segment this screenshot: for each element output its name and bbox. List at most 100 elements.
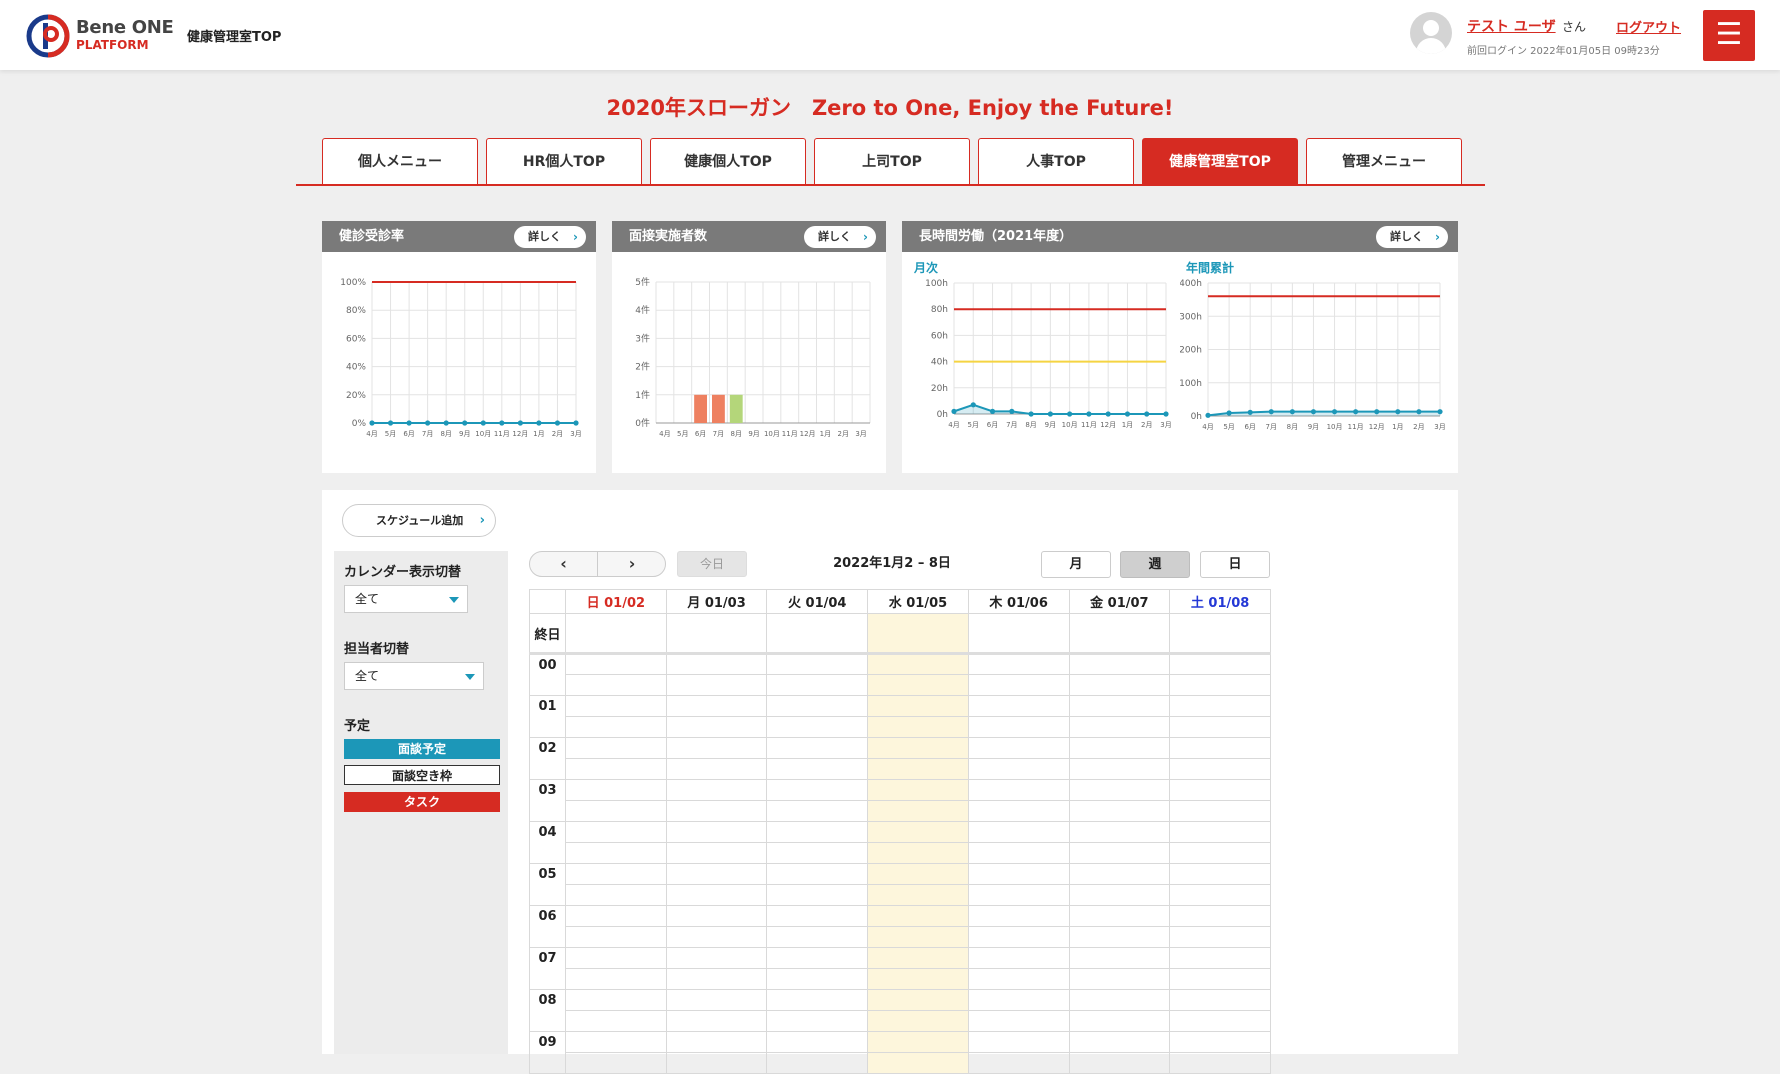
time-slot-cell[interactable] [967,1052,1070,1074]
time-slot-cell[interactable] [665,968,768,990]
tab-health-office-top[interactable]: 健康管理室TOP [1142,138,1298,184]
time-slot-cell[interactable] [1169,737,1271,759]
time-slot-cell[interactable] [1169,926,1271,948]
time-slot-cell[interactable] [967,716,1070,738]
time-slot-cell[interactable] [867,737,969,759]
day-header-sat[interactable]: 土 01/08 [1169,589,1271,614]
time-slot-cell[interactable] [766,926,869,948]
time-slot-cell[interactable] [867,758,969,780]
time-slot-cell[interactable] [867,884,969,906]
time-slot-cell[interactable] [867,926,969,948]
time-slot-cell[interactable] [766,821,869,843]
time-slot-cell[interactable] [766,1052,869,1074]
time-slot-cell[interactable] [766,842,869,864]
time-slot-cell[interactable] [1068,947,1171,969]
tab-hr-top[interactable]: 人事TOP [978,138,1134,184]
time-slot-cell[interactable] [967,884,1070,906]
tab-hr-personal-top[interactable]: HR個人TOP [486,138,642,184]
time-slot-cell[interactable] [665,758,768,780]
logout-link[interactable]: ログアウト [1616,17,1681,36]
time-slot-cell[interactable] [967,989,1070,1011]
time-slot-cell[interactable] [1169,1010,1271,1032]
interview-count-detail-button[interactable]: 詳しく › [804,226,876,248]
day-view-button[interactable]: 日 [1200,551,1270,578]
time-slot-cell[interactable] [766,989,869,1011]
time-slot-cell[interactable] [565,947,667,969]
time-slot-cell[interactable] [867,968,969,990]
bene-one-logo-icon[interactable] [26,14,70,58]
time-slot-cell[interactable] [1068,905,1171,927]
time-slot-cell[interactable] [766,884,869,906]
time-slot-cell[interactable] [867,716,969,738]
time-slot-cell[interactable] [1068,737,1171,759]
time-slot-cell[interactable] [1068,926,1171,948]
time-slot-cell[interactable] [766,968,869,990]
time-slot-cell[interactable] [1169,947,1271,969]
allday-cell[interactable] [967,613,1070,654]
time-slot-cell[interactable] [665,842,768,864]
allday-cell[interactable] [665,613,768,654]
week-view-button[interactable]: 週 [1120,551,1190,578]
time-slot-cell[interactable] [1068,968,1171,990]
time-slot-cell[interactable] [1068,863,1171,885]
time-slot-cell[interactable] [1169,821,1271,843]
time-slot-cell[interactable] [1068,695,1171,717]
time-slot-cell[interactable] [766,758,869,780]
time-slot-cell[interactable] [1068,1010,1171,1032]
time-slot-cell[interactable] [766,653,869,675]
time-slot-cell[interactable] [1068,1052,1171,1074]
time-slot-cell[interactable] [565,821,667,843]
time-slot-cell[interactable] [1068,716,1171,738]
tab-boss-top[interactable]: 上司TOP [814,138,970,184]
allday-cell[interactable] [565,613,667,654]
time-slot-cell[interactable] [967,947,1070,969]
time-slot-cell[interactable] [665,884,768,906]
time-slot-cell[interactable] [967,800,1070,822]
day-header-wed[interactable]: 水 01/05 [867,589,969,614]
tab-personal-menu[interactable]: 個人メニュー [322,138,478,184]
calendar-switch-select[interactable]: 全て [344,585,468,613]
time-slot-cell[interactable] [565,842,667,864]
time-slot-cell[interactable] [665,905,768,927]
time-slot-cell[interactable] [967,695,1070,717]
time-slot-cell[interactable] [565,1031,667,1053]
time-slot-cell[interactable] [766,716,869,738]
time-slot-cell[interactable] [665,653,768,675]
time-slot-cell[interactable] [665,695,768,717]
user-name-link[interactable]: テスト ユーザ [1467,16,1556,36]
time-slot-cell[interactable] [867,863,969,885]
time-slot-cell[interactable] [867,1031,969,1053]
time-slot-cell[interactable] [1068,821,1171,843]
prev-week-button[interactable]: ‹ [530,552,598,576]
time-slot-cell[interactable] [967,737,1070,759]
time-slot-cell[interactable] [565,758,667,780]
time-slot-cell[interactable] [766,800,869,822]
time-slot-cell[interactable] [1169,653,1271,675]
time-slot-cell[interactable] [565,779,667,801]
today-button[interactable]: 今日 [677,551,747,577]
time-slot-cell[interactable] [867,947,969,969]
overtime-detail-button[interactable]: 詳しく › [1376,226,1448,248]
owner-switch-select[interactable]: 全て [344,662,484,690]
month-view-button[interactable]: 月 [1041,551,1111,578]
time-slot-cell[interactable] [665,800,768,822]
time-slot-cell[interactable] [665,1010,768,1032]
time-slot-cell[interactable] [565,989,667,1011]
time-slot-cell[interactable] [967,968,1070,990]
time-slot-cell[interactable] [867,800,969,822]
time-slot-cell[interactable] [565,737,667,759]
time-slot-cell[interactable] [1169,1052,1271,1074]
time-slot-cell[interactable] [766,737,869,759]
time-slot-cell[interactable] [867,1052,969,1074]
day-header-thu[interactable]: 木 01/06 [967,589,1070,614]
time-slot-cell[interactable] [867,905,969,927]
day-header-tue[interactable]: 火 01/04 [766,589,869,614]
time-slot-cell[interactable] [665,737,768,759]
time-slot-cell[interactable] [867,779,969,801]
time-slot-cell[interactable] [565,863,667,885]
time-slot-cell[interactable] [867,989,969,1011]
time-slot-cell[interactable] [766,905,869,927]
time-slot-cell[interactable] [565,926,667,948]
time-slot-cell[interactable] [867,821,969,843]
time-slot-cell[interactable] [766,695,869,717]
